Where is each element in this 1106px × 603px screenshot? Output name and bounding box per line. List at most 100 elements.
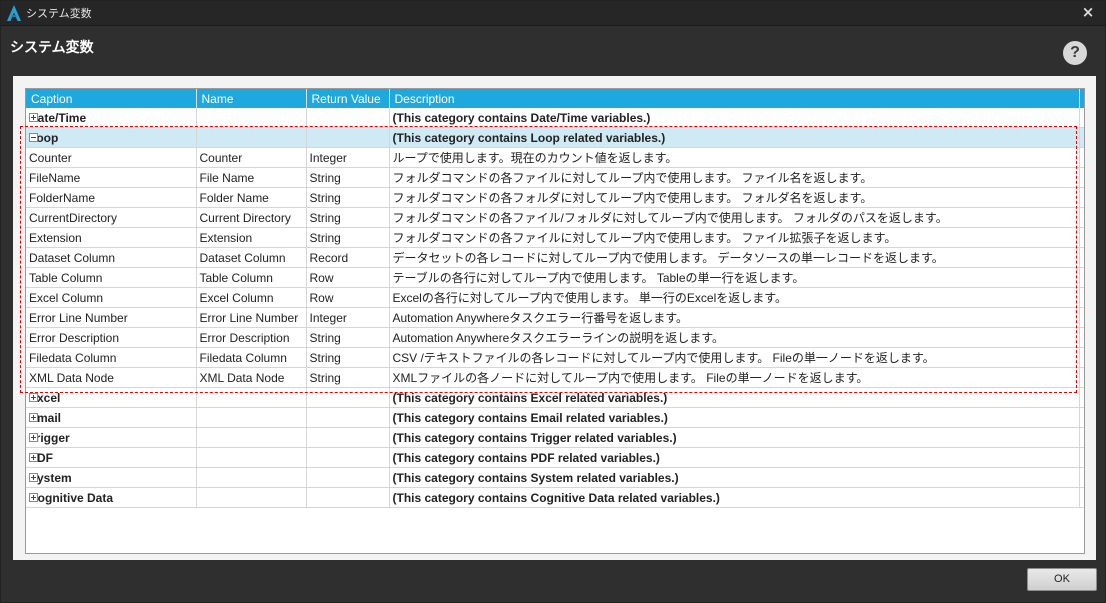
variable-description: フォルダコマンドの各ファイルに対してループ内で使用します。 ファイル拡張子を返し…: [389, 227, 1080, 248]
return-value-cell: [306, 108, 390, 128]
expand-icon[interactable]: [29, 433, 38, 442]
category-description: (This category contains Excel related va…: [389, 387, 1080, 408]
variable-description: データセットの各レコードに対してループ内で使用します。 データソースの単一レコー…: [389, 247, 1080, 268]
category-row[interactable]: Email (This category contains Email relat…: [26, 407, 1084, 428]
category-row[interactable]: System (This category contains System rel…: [26, 467, 1084, 488]
variable-return-value: String: [306, 207, 390, 228]
dialog-header: システム変数 ?: [1, 26, 1105, 75]
variable-caption: FolderName: [26, 187, 197, 208]
category-caption[interactable]: PDF: [26, 447, 197, 468]
name-cell: [196, 467, 307, 488]
content-panel: Caption Name Return Value Description Da…: [13, 76, 1096, 560]
variable-caption: XML Data Node: [26, 367, 197, 388]
automation-anywhere-logo-icon: [7, 5, 21, 21]
close-icon[interactable]: ×: [1081, 4, 1095, 20]
category-caption[interactable]: Cognitive Data: [26, 487, 197, 508]
variable-description: フォルダコマンドの各フォルダに対してループ内で使用します。 フォルダ名を返します…: [389, 187, 1080, 208]
expand-icon[interactable]: [29, 113, 38, 122]
variable-name: XML Data Node: [196, 367, 307, 388]
variable-caption: Error Description: [26, 327, 197, 348]
variable-row[interactable]: Dataset Column Dataset Column Record データセット…: [26, 247, 1084, 268]
filler-cell: [1079, 347, 1084, 368]
column-header-description[interactable]: Description: [389, 89, 1080, 108]
category-caption[interactable]: Email: [26, 407, 197, 428]
return-value-cell: [306, 127, 390, 148]
variable-row[interactable]: Counter Counter Integer ループで使用します。現在のカウント値を…: [26, 147, 1084, 168]
variable-return-value: String: [306, 167, 390, 188]
name-cell: [196, 427, 307, 448]
variable-name: Current Directory: [196, 207, 307, 228]
return-value-cell: [306, 387, 390, 408]
column-header-caption[interactable]: Caption: [26, 89, 197, 108]
variable-row[interactable]: FolderName Folder Name String フォルダコマンドの各フォル…: [26, 187, 1084, 208]
category-caption[interactable]: Excel: [26, 387, 197, 408]
variable-return-value: Row: [306, 267, 390, 288]
category-caption[interactable]: Trigger: [26, 427, 197, 448]
name-cell: [196, 108, 307, 128]
variable-name: Extension: [196, 227, 307, 248]
expand-icon[interactable]: [29, 473, 38, 482]
variable-row[interactable]: Filedata Column Filedata Column String CSV …: [26, 347, 1084, 368]
variable-description: XMLファイルの各ノードに対してループ内で使用します。 Fileの単一ノードを返…: [389, 367, 1080, 388]
category-row[interactable]: Date/Time (This category contains Date/Ti…: [26, 108, 1084, 128]
filler-cell: [1079, 327, 1084, 348]
category-row[interactable]: Loop (This category contains Loop related…: [26, 127, 1084, 148]
filler-cell: [1079, 207, 1084, 228]
category-row[interactable]: PDF (This category contains PDF related v…: [26, 447, 1084, 468]
variable-return-value: String: [306, 327, 390, 348]
column-header-return-value[interactable]: Return Value: [306, 89, 390, 108]
category-caption[interactable]: Loop: [26, 127, 197, 148]
variable-name: Excel Column: [196, 287, 307, 308]
variable-return-value: Record: [306, 247, 390, 268]
name-cell: [196, 387, 307, 408]
help-icon[interactable]: ?: [1063, 41, 1087, 65]
variable-row[interactable]: Excel Column Excel Column Row Excelの各行に対してル…: [26, 287, 1084, 308]
variable-caption: Extension: [26, 227, 197, 248]
filler-cell: [1079, 147, 1084, 168]
variable-row[interactable]: FileName File Name String フォルダコマンドの各ファイルに対し…: [26, 167, 1084, 188]
category-caption[interactable]: Date/Time: [26, 108, 197, 128]
category-description: (This category contains Trigger related …: [389, 427, 1080, 448]
variable-caption: Dataset Column: [26, 247, 197, 268]
variable-return-value: Row: [306, 287, 390, 308]
variable-description: フォルダコマンドの各ファイル/フォルダに対してループ内で使用します。 フォルダの…: [389, 207, 1080, 228]
filler-cell: [1079, 407, 1084, 428]
variable-description: ループで使用します。現在のカウント値を返します。: [389, 147, 1080, 168]
filler-cell: [1079, 187, 1084, 208]
collapse-icon[interactable]: [29, 133, 38, 142]
return-value-cell: [306, 407, 390, 428]
variable-caption: FileName: [26, 167, 197, 188]
category-row[interactable]: Trigger (This category contains Trigger r…: [26, 427, 1084, 448]
category-caption[interactable]: System: [26, 467, 197, 488]
variable-name: Filedata Column: [196, 347, 307, 368]
variable-row[interactable]: Table Column Table Column Row テーブルの各行に対してルー…: [26, 267, 1084, 288]
variable-caption: CurrentDirectory: [26, 207, 197, 228]
category-row[interactable]: Cognitive Data (This category contains Co…: [26, 487, 1084, 508]
variable-row[interactable]: Error Description Error Description String…: [26, 327, 1084, 348]
expand-icon[interactable]: [29, 453, 38, 462]
column-header-name[interactable]: Name: [196, 89, 307, 108]
variable-row[interactable]: CurrentDirectory Current Directory String フ…: [26, 207, 1084, 228]
expand-icon[interactable]: [29, 413, 38, 422]
expand-icon[interactable]: [29, 393, 38, 402]
variable-return-value: Integer: [306, 307, 390, 328]
variables-grid: Caption Name Return Value Description Da…: [25, 88, 1085, 554]
filler-cell: [1079, 487, 1084, 508]
variable-return-value: String: [306, 347, 390, 368]
page-title: システム変数: [10, 40, 94, 56]
variable-return-value: String: [306, 227, 390, 248]
category-row[interactable]: Excel (This category contains Excel relat…: [26, 387, 1084, 408]
category-description: (This category contains Date/Time variab…: [389, 108, 1080, 128]
expand-icon[interactable]: [29, 493, 38, 502]
title-bar[interactable]: システム変数 ×: [1, 1, 1105, 26]
variable-row[interactable]: XML Data Node XML Data Node String XMLファイルの…: [26, 367, 1084, 388]
variable-name: Folder Name: [196, 187, 307, 208]
variable-caption: Table Column: [26, 267, 197, 288]
return-value-cell: [306, 447, 390, 468]
name-cell: [196, 447, 307, 468]
variable-row[interactable]: Error Line Number Error Line Number Intege…: [26, 307, 1084, 328]
ok-button[interactable]: OK: [1027, 568, 1097, 591]
variable-row[interactable]: Extension Extension String フォルダコマンドの各ファイルに対…: [26, 227, 1084, 248]
name-cell: [196, 487, 307, 508]
filler-cell: [1079, 167, 1084, 188]
